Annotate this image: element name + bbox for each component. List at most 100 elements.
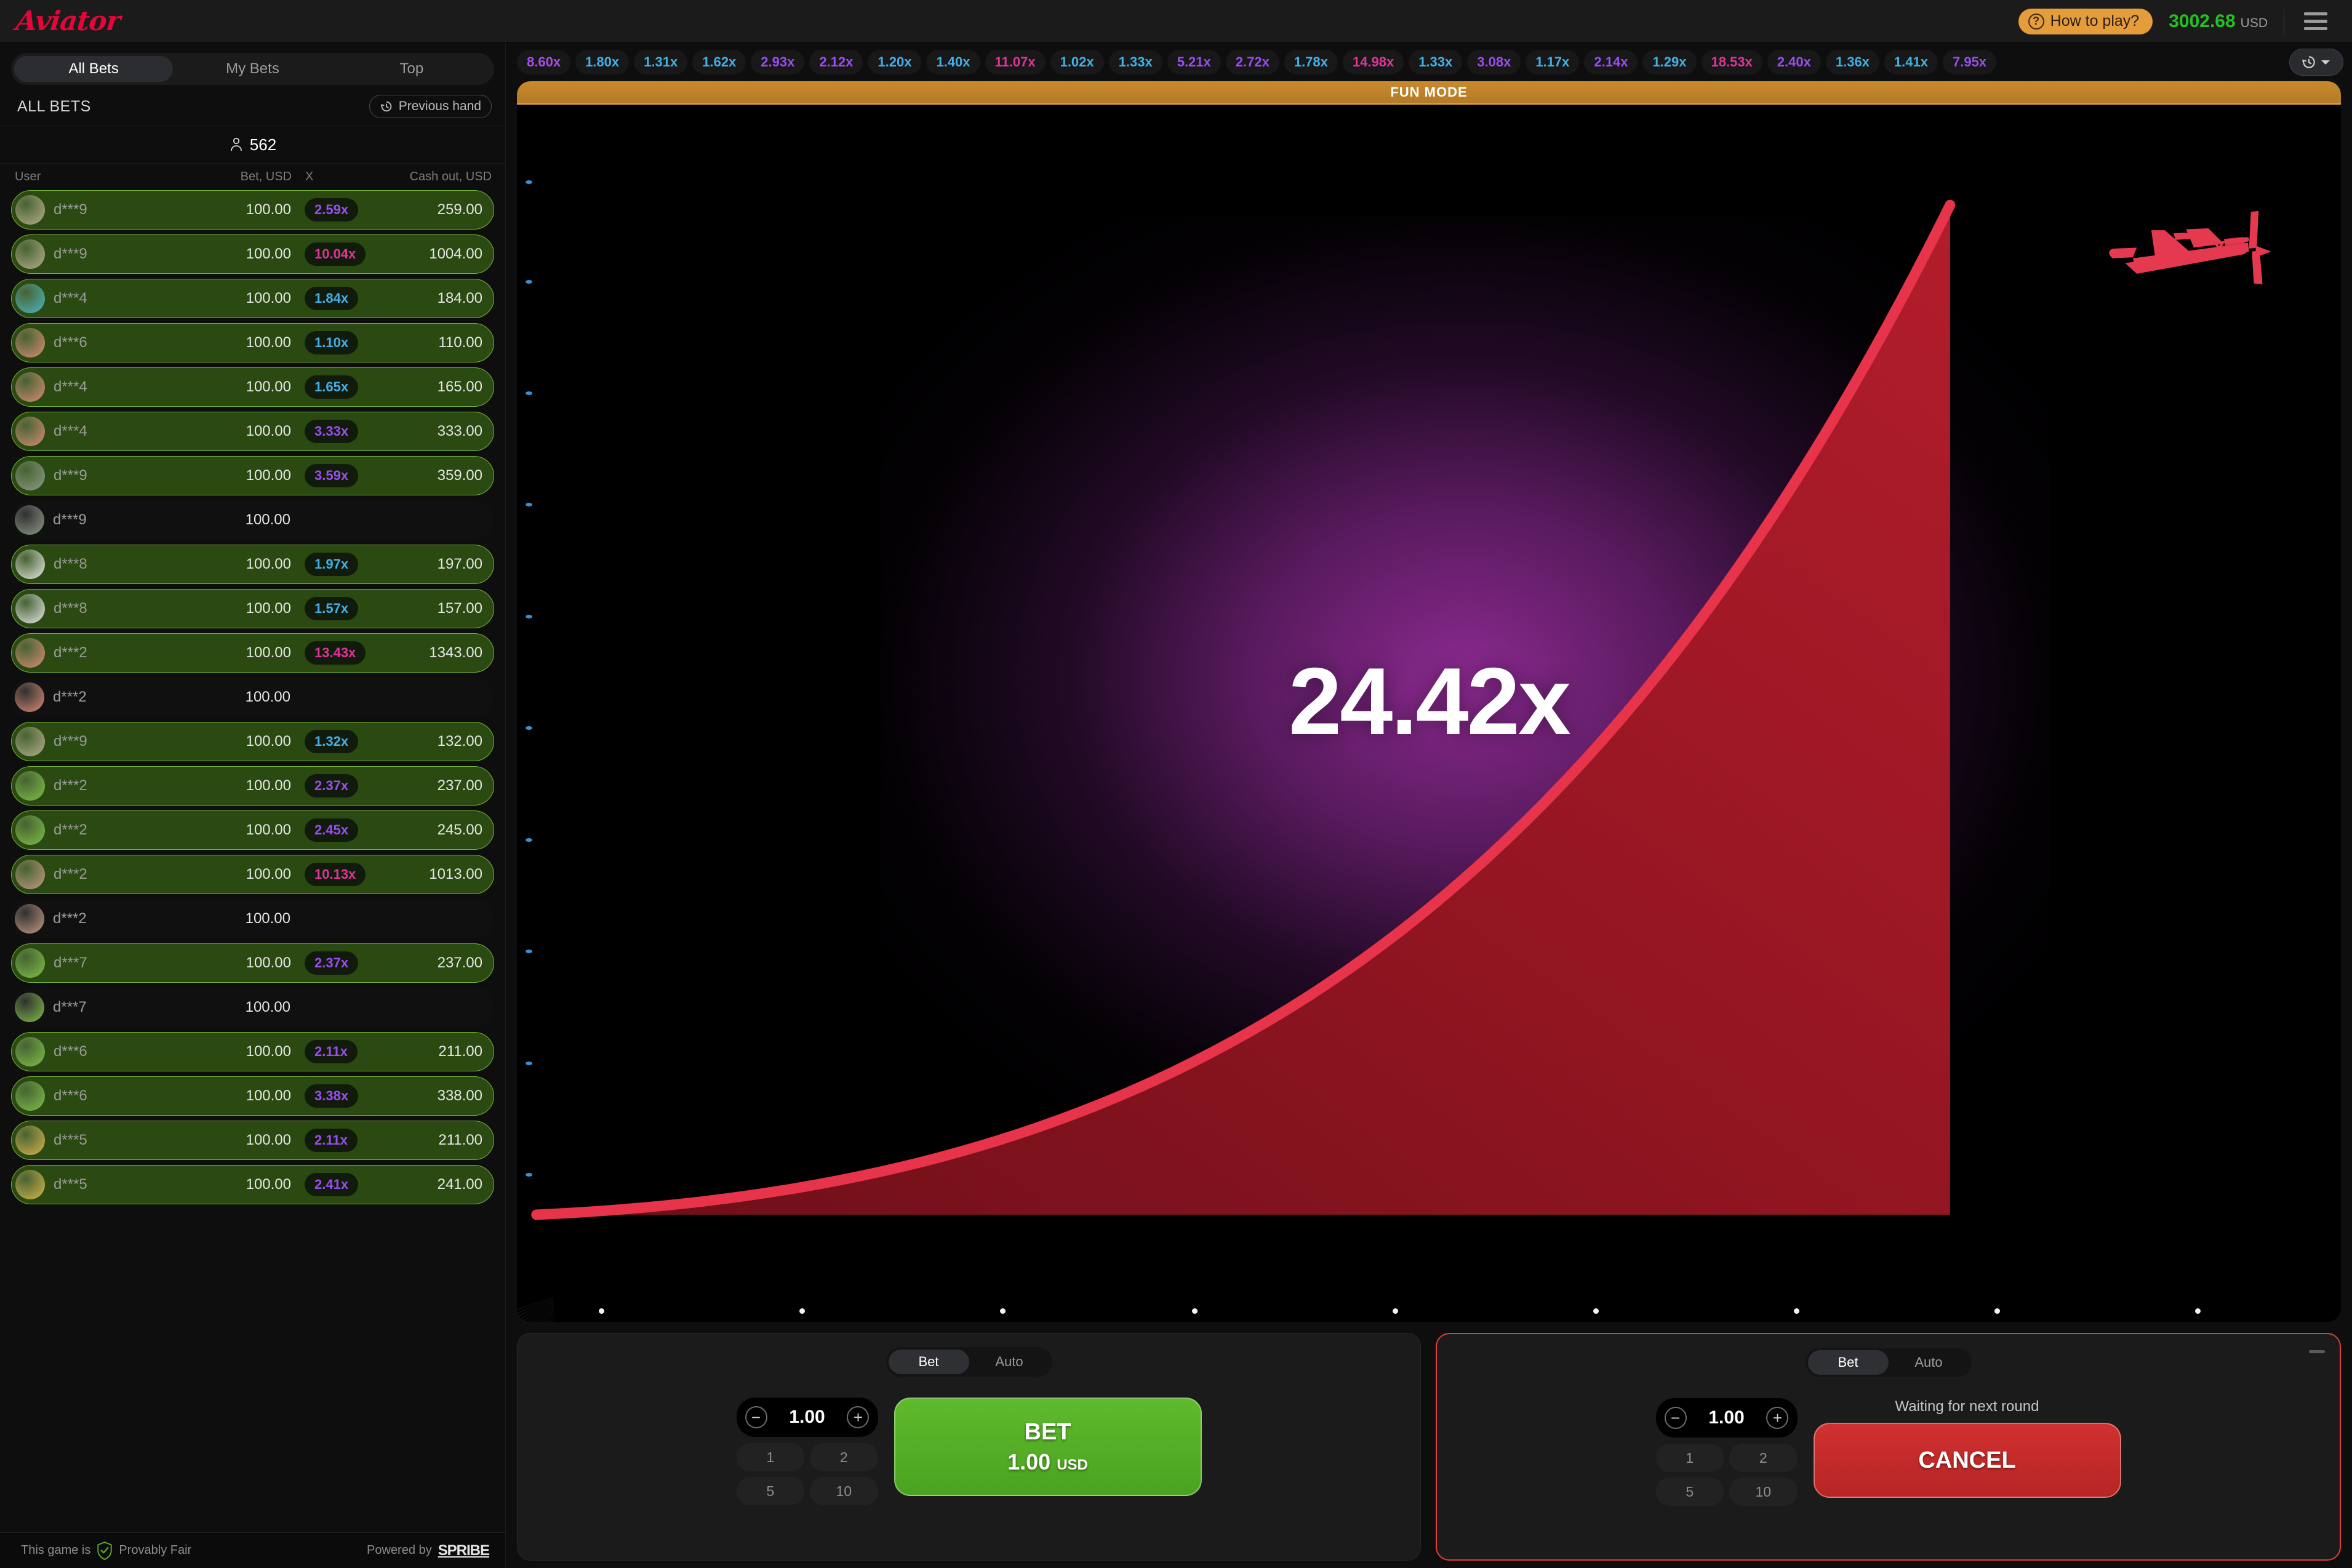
history-chip[interactable]: 1.02x — [1050, 50, 1104, 74]
history-chip[interactable]: 1.17x — [1526, 50, 1580, 74]
bet-user: d***2 — [53, 689, 87, 705]
table-row[interactable]: d***7 100.00 — [11, 988, 494, 1027]
table-row[interactable]: d***8 100.00 1.57x 157.00 — [11, 589, 494, 628]
history-chip[interactable]: 1.41x — [1884, 50, 1938, 74]
history-chip[interactable]: 1.33x — [1108, 50, 1162, 74]
bet-cashout: 338.00 — [437, 1087, 482, 1104]
table-row[interactable]: d***9 100.00 1.32x 132.00 — [11, 722, 494, 761]
history-chip[interactable]: 2.12x — [809, 50, 863, 74]
history-chip[interactable]: 1.40x — [926, 50, 980, 74]
aviator-logo: Aviator — [14, 6, 122, 37]
right-quick-10[interactable]: 10 — [1729, 1478, 1798, 1506]
game-canvas: FUN MODE X 24.42x — [517, 81, 2341, 1322]
history-chip[interactable]: 1.33x — [1409, 50, 1463, 74]
bet-user: d***6 — [54, 1087, 87, 1104]
history-chip[interactable]: 1.31x — [634, 50, 688, 74]
provably-fair-group[interactable]: This game is Provably Fair — [21, 1541, 191, 1560]
left-quick-5[interactable]: 5 — [736, 1477, 804, 1505]
left-stake-stepper[interactable]: − 1.00 + — [736, 1398, 878, 1437]
left-quick-10[interactable]: 10 — [810, 1477, 878, 1505]
tab-top[interactable]: Top — [332, 56, 491, 82]
avatar — [15, 815, 45, 845]
cancel-button[interactable]: CANCEL — [1813, 1423, 2121, 1498]
right-quick-5[interactable]: 5 — [1655, 1478, 1724, 1506]
hamburger-menu-icon[interactable] — [2300, 9, 2331, 34]
left-quick-2[interactable]: 2 — [810, 1443, 878, 1471]
history-chip[interactable]: 2.40x — [1767, 50, 1821, 74]
table-row[interactable]: d***4 100.00 1.84x 184.00 — [11, 279, 494, 318]
table-row[interactable]: d***4 100.00 1.65x 165.00 — [11, 367, 494, 407]
history-chip[interactable]: 2.93x — [751, 50, 805, 74]
bet-multiplier-wrap: 1.10x — [291, 331, 371, 354]
right-quick-1[interactable]: 1 — [1655, 1444, 1724, 1472]
bet-amount: 100.00 — [245, 999, 290, 1015]
minus-circle-icon[interactable]: − — [745, 1406, 767, 1428]
table-row[interactable]: d***9 100.00 3.59x 359.00 — [11, 456, 494, 495]
table-row[interactable]: d***2 100.00 2.37x 237.00 — [11, 766, 494, 806]
history-chip[interactable]: 1.36x — [1825, 50, 1879, 74]
left-quick-1[interactable]: 1 — [736, 1443, 804, 1471]
multiplier-history-bar[interactable]: 8.60x 1.80x 1.31x 1.62x 2.93x 2.12x 1.20x 1.40x… — [506, 43, 2352, 81]
minimize-icon[interactable] — [2309, 1350, 2325, 1353]
bet-amount: 100.00 — [246, 1043, 291, 1060]
table-row[interactable]: d***2 100.00 10.13x 1013.00 — [11, 855, 494, 894]
history-chip[interactable]: 11.07x — [985, 50, 1046, 74]
history-chip[interactable]: 2.72x — [1225, 50, 1279, 74]
table-row[interactable]: d***6 100.00 2.11x 211.00 — [11, 1032, 494, 1071]
plus-circle-icon[interactable]: + — [847, 1406, 870, 1428]
table-row[interactable]: d***5 100.00 2.11x 211.00 — [11, 1121, 494, 1160]
bet-user: d***9 — [54, 201, 87, 218]
history-chip[interactable]: 3.08x — [1467, 50, 1521, 74]
history-chip[interactable]: 1.20x — [868, 50, 922, 74]
right-tab-auto[interactable]: Auto — [1889, 1350, 1969, 1375]
table-row[interactable]: d***4 100.00 3.33x 333.00 — [11, 412, 494, 451]
table-row[interactable]: d***6 100.00 1.10x 110.00 — [11, 323, 494, 362]
avatar — [15, 948, 45, 978]
table-row[interactable]: d***2 100.00 13.43x 1343.00 — [11, 633, 494, 673]
table-row[interactable]: d***2 100.00 2.45x 245.00 — [11, 810, 494, 850]
table-row[interactable]: d***9 100.00 10.04x 1004.00 — [11, 234, 494, 274]
left-tab-bet[interactable]: Bet — [888, 1350, 969, 1374]
bet-multiplier-wrap: 1.32x — [291, 730, 371, 753]
minus-circle-icon[interactable]: − — [1664, 1407, 1687, 1429]
table-row[interactable]: d***9 100.00 2.59x 259.00 — [11, 190, 494, 230]
history-chip[interactable]: 14.98x — [1342, 50, 1404, 74]
bet-amount: 100.00 — [246, 644, 291, 661]
left-action-column: BET 1.00 USD — [894, 1398, 1202, 1505]
history-toggle-button[interactable] — [2289, 49, 2343, 76]
powered-by-label: Powered by — [367, 1543, 432, 1557]
table-row[interactable]: d***7 100.00 2.37x 237.00 — [11, 943, 494, 983]
history-chip[interactable]: 1.80x — [575, 50, 630, 74]
y-axis-tick-dot — [526, 279, 532, 284]
plus-circle-icon[interactable]: + — [1766, 1407, 1789, 1429]
history-chip[interactable]: 5.21x — [1167, 50, 1221, 74]
bet-button[interactable]: BET 1.00 USD — [894, 1398, 1202, 1496]
bet-cashout: 1004.00 — [429, 246, 482, 262]
right-panel-body: − 1.00 + 1 2 5 10 Waiting for next round… — [1655, 1398, 2121, 1506]
history-chip[interactable]: 1.29x — [1642, 50, 1697, 74]
right-tab-bet[interactable]: Bet — [1807, 1350, 1889, 1375]
spribe-brand[interactable]: SPRIBE — [438, 1542, 490, 1559]
bets-list[interactable]: d***9 100.00 2.59x 259.00 d***9 100.00 10.04x 1… — [0, 190, 505, 1532]
previous-hand-button[interactable]: Previous hand — [369, 95, 492, 118]
table-row[interactable]: d***8 100.00 1.97x 197.00 — [11, 545, 494, 584]
table-row[interactable]: d***6 100.00 3.38x 338.00 — [11, 1076, 494, 1116]
history-chip[interactable]: 1.62x — [692, 50, 746, 74]
table-row[interactable]: d***2 100.00 — [11, 678, 494, 717]
table-row[interactable]: d***9 100.00 — [11, 500, 494, 540]
history-chip[interactable]: 8.60x — [517, 50, 571, 74]
right-quick-2[interactable]: 2 — [1729, 1444, 1798, 1472]
tab-all-bets[interactable]: All Bets — [14, 56, 174, 82]
history-chip[interactable]: 18.53x — [1701, 50, 1762, 74]
table-row[interactable]: d***5 100.00 2.41x 241.00 — [11, 1165, 494, 1204]
bet-user: d***4 — [54, 378, 87, 395]
history-chip[interactable]: 7.95x — [1942, 50, 1997, 74]
right-stake-stepper[interactable]: − 1.00 + — [1655, 1398, 1798, 1438]
history-chip[interactable]: 1.78x — [1284, 50, 1338, 74]
how-to-play-button[interactable]: ? How to play? — [2018, 8, 2153, 34]
history-chip[interactable]: 2.14x — [1584, 50, 1638, 74]
left-tab-auto[interactable]: Auto — [969, 1350, 1050, 1374]
table-row[interactable]: d***2 100.00 — [11, 899, 494, 938]
avatar — [15, 904, 44, 934]
tab-my-bets[interactable]: My Bets — [173, 56, 332, 82]
